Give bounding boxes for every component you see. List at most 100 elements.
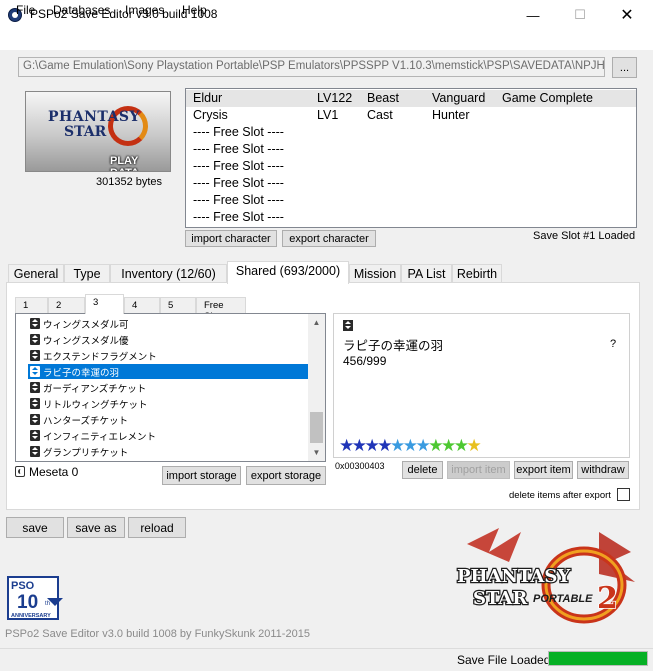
list-item[interactable]: エクステンドフラグメント: [28, 348, 308, 363]
tab-general[interactable]: General: [8, 264, 64, 283]
phantasy-star-portable-2-logo: PHANTASY STAR PORTABLE 2: [456, 528, 635, 624]
close-button[interactable]: ✕: [604, 0, 650, 30]
char-job: Vanguard: [432, 91, 486, 105]
character-row[interactable]: ---- Free Slot ----: [186, 175, 636, 192]
list-item[interactable]: グランプリチケット: [28, 444, 308, 459]
detail-help-icon[interactable]: ?: [610, 338, 616, 350]
item-type-icon: [30, 334, 40, 345]
scroll-up-arrow-icon[interactable]: ▲: [308, 314, 325, 331]
delete-after-export-checkbox[interactable]: [617, 488, 630, 501]
subtab-4[interactable]: 4: [124, 297, 160, 313]
save-button[interactable]: save: [6, 517, 64, 538]
character-row[interactable]: ---- Free Slot ----: [186, 192, 636, 209]
rarity-star-icon: ★: [402, 436, 418, 455]
delete-item-button[interactable]: delete: [402, 461, 443, 479]
subtab-1[interactable]: 1: [15, 297, 48, 313]
rarity-star-icon: ★: [351, 436, 367, 455]
pso-logo-text: PSO: [11, 580, 35, 592]
reload-button[interactable]: reload: [128, 517, 186, 538]
list-item[interactable]: ハンターズチケット: [28, 412, 308, 427]
menu-images[interactable]: Images: [125, 3, 164, 17]
subtab-3[interactable]: 3: [85, 294, 124, 314]
char-name: ---- Free Slot ----: [193, 142, 284, 156]
status-progress-fill: [549, 652, 647, 665]
char-name: Eldur: [193, 91, 223, 105]
export-character-button[interactable]: export character: [282, 230, 376, 247]
file-size: 301352 bytes: [96, 176, 163, 188]
minimize-button[interactable]: —: [510, 0, 556, 30]
character-row[interactable]: Eldur LV122 Beast Vanguard Game Complete: [186, 90, 636, 107]
item-name: リトルウィングチケット: [43, 400, 148, 411]
subtab-free-slots[interactable]: Free Slots: [196, 297, 246, 322]
menu-databases[interactable]: Databases: [53, 3, 110, 17]
menu-help[interactable]: Help: [182, 3, 207, 17]
item-name: ラビ子の幸運の羽: [43, 368, 120, 379]
status-progress-bar: [548, 651, 648, 666]
character-row[interactable]: ---- Free Slot ----: [186, 158, 636, 175]
char-race: Cast: [367, 108, 393, 122]
storage-item-list[interactable]: ウィングスメダル可 ウィングスメダル優 エクステンドフラグメント ラビ子の幸運の…: [15, 313, 326, 462]
item-name: エクステンドフラグメント: [43, 352, 157, 363]
logo-flame-left: [467, 528, 521, 562]
item-type-icon: [30, 350, 40, 361]
rarity-star-icon: ★: [441, 436, 456, 455]
tab-shared[interactable]: Shared (693/2000): [227, 261, 349, 284]
status-text: Save File Loaded: [457, 653, 551, 667]
char-name: ---- Free Slot ----: [193, 125, 284, 139]
list-item[interactable]: リトルウィングチケット: [28, 396, 308, 411]
list-item[interactable]: ウィングスメダル優: [28, 332, 308, 347]
rarity-stars: ★ ★ ★ ★ ★ ★ ★ ★ ★ ★ ★: [339, 436, 482, 455]
import-character-button[interactable]: import character: [185, 230, 277, 247]
character-row[interactable]: Crysis LV1 Cast Hunter: [186, 107, 636, 124]
character-row[interactable]: ---- Free Slot ----: [186, 124, 636, 141]
tab-inventory[interactable]: Inventory (12/60): [110, 264, 227, 283]
list-item[interactable]: インフィニティエレメント: [28, 428, 308, 443]
character-row[interactable]: ---- Free Slot ----: [186, 209, 636, 226]
save-path-input[interactable]: G:\Game Emulation\Sony Playstation Porta…: [18, 57, 605, 77]
list-item[interactable]: ウィングスメダル可: [28, 316, 308, 331]
delete-after-export-label: delete items after export: [509, 490, 611, 501]
list-item-selected[interactable]: ラビ子の幸運の羽: [28, 364, 308, 379]
item-type-icon: [30, 366, 40, 377]
logo-portable: PORTABLE: [533, 593, 593, 605]
menu-bar: [0, 30, 653, 50]
tab-mission[interactable]: Mission: [349, 264, 401, 283]
rarity-star-icon: ★: [390, 436, 405, 455]
item-type-icon: [30, 414, 40, 425]
rarity-star-icon: ★: [415, 436, 431, 455]
subtab-5[interactable]: 5: [160, 297, 196, 313]
char-level: LV1: [317, 108, 339, 122]
tab-pa-list[interactable]: PA List: [401, 264, 452, 283]
withdraw-button[interactable]: withdraw: [577, 461, 629, 479]
tab-type[interactable]: Type: [64, 264, 110, 283]
rarity-star-icon: ★: [377, 436, 392, 455]
detail-item-quantity: 456/999: [343, 354, 387, 368]
browse-button[interactable]: ...: [612, 57, 637, 78]
import-item-button[interactable]: import item: [447, 461, 510, 479]
scroll-down-arrow-icon[interactable]: ▼: [308, 444, 325, 461]
logo-line2: STAR: [473, 588, 528, 609]
char-job: Hunter: [432, 108, 470, 122]
export-item-button[interactable]: export item: [514, 461, 573, 479]
char-status: Game Complete: [502, 91, 594, 105]
list-item[interactable]: ガーディアンズチケット: [28, 380, 308, 395]
item-name: ウィングスメダル可: [43, 320, 129, 331]
export-storage-button[interactable]: export storage: [246, 466, 326, 485]
tab-rebirth[interactable]: Rebirth: [452, 264, 502, 283]
character-row[interactable]: ---- Free Slot ----: [186, 141, 636, 158]
maximize-button[interactable]: ☐: [557, 0, 603, 30]
character-list[interactable]: Eldur LV122 Beast Vanguard Game Complete…: [185, 88, 637, 228]
char-name: ---- Free Slot ----: [193, 159, 284, 173]
pso-10th-anniversary-logo: PSO 10 th ANNIVERSARY: [7, 576, 63, 620]
rarity-star-icon: ★: [453, 436, 469, 455]
item-name: グランプリチケット: [43, 448, 129, 459]
save-as-button[interactable]: save as: [67, 517, 125, 538]
meseta-icon: [15, 466, 25, 477]
scrollbar-thumb[interactable]: [310, 412, 323, 443]
menu-file[interactable]: File: [16, 3, 35, 17]
import-storage-button[interactable]: import storage: [162, 466, 241, 485]
char-name: ---- Free Slot ----: [193, 210, 284, 224]
meseta-amount: Meseta 0: [29, 465, 79, 479]
subtab-2[interactable]: 2: [48, 297, 85, 313]
item-name: ハンターズチケット: [43, 416, 129, 427]
